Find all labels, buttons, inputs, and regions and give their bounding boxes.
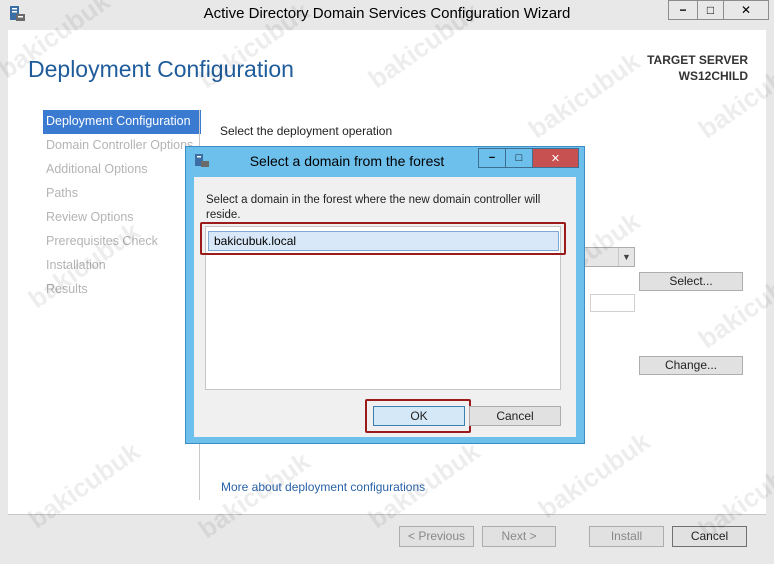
nav-item-installation: Installation <box>46 258 106 272</box>
nav-item-prerequisites-check: Prerequisites Check <box>46 234 158 248</box>
wizard-footer: < Previous Next > Install Cancel <box>0 514 774 564</box>
nav-item-paths: Paths <box>46 186 78 200</box>
select-domain-dialog: Select a domain from the forest − □ ✕ Se… <box>185 146 585 444</box>
nav-item-deployment-configuration[interactable]: Deployment Configuration <box>43 110 201 134</box>
close-icon: ✕ <box>550 152 561 165</box>
target-server: TARGET SERVER WS12CHILD <box>647 52 748 84</box>
window-title: Active Directory Domain Services Configu… <box>203 5 571 22</box>
close-icon: ✕ <box>740 3 752 17</box>
change-button[interactable]: Change... <box>639 356 743 375</box>
install-button[interactable]: Install <box>589 526 664 547</box>
maximize-icon: □ <box>706 3 715 17</box>
minimize-button[interactable]: − <box>668 0 698 20</box>
next-button[interactable]: Next > <box>482 526 556 547</box>
nav-item-additional-options: Additional Options <box>46 162 148 176</box>
cancel-button[interactable]: Cancel <box>672 526 747 547</box>
dialog-instruction: Select a domain in the forest where the … <box>206 194 541 221</box>
nav-item-review-options: Review Options <box>46 210 134 224</box>
title-bar[interactable]: Active Directory Domain Services Configu… <box>0 0 774 30</box>
more-about-link[interactable]: More about deployment configurations <box>221 480 425 494</box>
dialog-title: Select a domain from the forest <box>249 153 445 169</box>
page-title: Deployment Configuration <box>28 56 294 82</box>
minimize-icon: − <box>679 3 687 17</box>
target-server-name: WS12CHILD <box>678 69 748 83</box>
chevron-down-icon: ▼ <box>618 248 634 266</box>
nav-item-results: Results <box>46 282 88 296</box>
close-button[interactable]: ✕ <box>723 0 769 20</box>
dialog-maximize-button[interactable]: □ <box>505 148 533 168</box>
maximize-icon: □ <box>515 152 523 164</box>
dialog-close-button[interactable]: ✕ <box>532 148 579 168</box>
maximize-button[interactable]: □ <box>697 0 724 20</box>
minimize-icon: − <box>488 152 496 164</box>
highlight-box <box>365 399 471 433</box>
nav-item-domain-controller-options: Domain Controller Options <box>46 138 194 152</box>
target-server-label: TARGET SERVER <box>647 53 748 67</box>
dialog-minimize-button[interactable]: − <box>478 148 506 168</box>
highlight-box <box>200 222 566 255</box>
wizard-window: Active Directory Domain Services Configu… <box>0 0 774 564</box>
select-button[interactable]: Select... <box>639 272 743 291</box>
section-label: Select the deployment operation <box>220 124 393 138</box>
domain-type-combo[interactable]: ▼ <box>580 247 635 267</box>
footer-divider <box>8 514 766 515</box>
wizard-nav: Deployment Configuration Domain Controll… <box>43 110 201 302</box>
previous-button[interactable]: < Previous <box>399 526 474 547</box>
dialog-body: Select a domain in the forest where the … <box>194 177 576 437</box>
domain-name-field[interactable] <box>590 294 635 312</box>
dialog-cancel-button[interactable]: Cancel <box>469 406 561 426</box>
